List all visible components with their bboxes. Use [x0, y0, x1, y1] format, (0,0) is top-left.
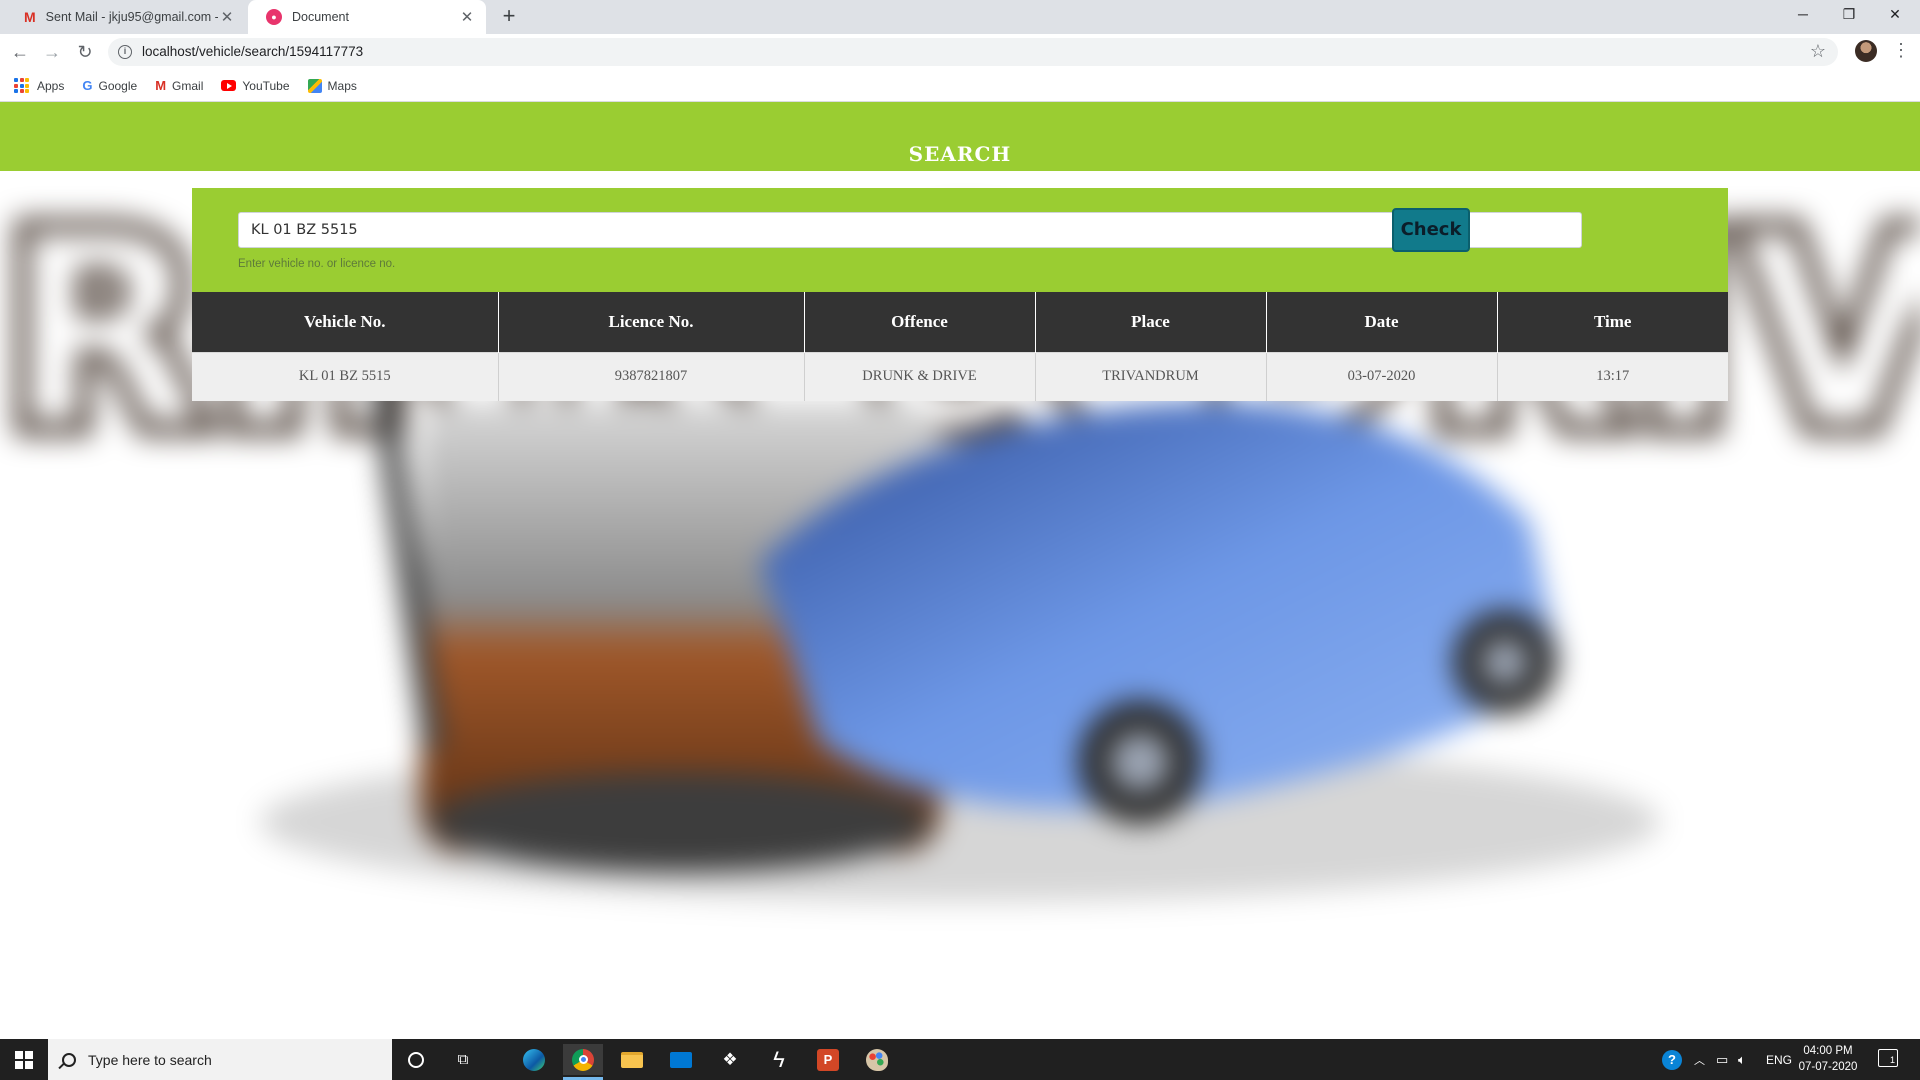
- search-input[interactable]: [238, 212, 1582, 248]
- tab-title: Document: [292, 10, 349, 24]
- close-window-button[interactable]: ✕: [1872, 0, 1918, 30]
- file-explorer-icon[interactable]: [612, 1044, 652, 1075]
- close-tab-icon[interactable]: ✕: [218, 8, 236, 26]
- column-header-offence: Offence: [803, 292, 1035, 352]
- cell-date: 03-07-2020: [1265, 351, 1497, 401]
- table-header-row: Vehicle No. Licence No. Offence Place Da…: [192, 292, 1728, 352]
- new-tab-button[interactable]: +: [496, 4, 522, 30]
- site-info-icon[interactable]: i: [118, 45, 132, 59]
- help-icon[interactable]: ?: [1662, 1039, 1682, 1080]
- cell-offence: DRUNK & DRIVE: [803, 351, 1035, 401]
- page-viewport: DRINK & DRIVE SEARCH Check Enter vehicle…: [0, 102, 1920, 1039]
- edge-icon[interactable]: [514, 1044, 554, 1075]
- bookmark-google[interactable]: G Google: [82, 78, 137, 93]
- document-favicon: ●: [266, 9, 282, 25]
- start-button[interactable]: [0, 1039, 48, 1080]
- profile-avatar[interactable]: [1855, 40, 1877, 62]
- maps-icon: [307, 78, 322, 93]
- battery-icon[interactable]: ▭: [1716, 1039, 1728, 1080]
- clock-time: 04:00 PM: [1803, 1045, 1853, 1057]
- tab-document[interactable]: ● Document ✕: [248, 0, 486, 34]
- google-icon: G: [82, 78, 93, 93]
- show-hidden-icons-chevron-icon[interactable]: ︿: [1694, 1039, 1705, 1080]
- powerpoint-icon[interactable]: P: [808, 1044, 848, 1075]
- language-indicator[interactable]: ENG: [1766, 1039, 1792, 1080]
- column-header-date: Date: [1265, 292, 1497, 352]
- cell-vehicle-no: KL 01 BZ 5515: [192, 351, 498, 401]
- restore-button[interactable]: ❐: [1826, 0, 1872, 30]
- search-panel: Check Enter vehicle no. or licence no. V…: [192, 188, 1728, 401]
- apps-grid-icon: [14, 78, 29, 93]
- bookmark-label: Apps: [37, 78, 65, 93]
- header-bar: SEARCH: [0, 102, 1920, 171]
- tab-title: Sent Mail - jkju95@gmail.com - G: [45, 10, 218, 24]
- check-button[interactable]: Check: [1392, 208, 1470, 252]
- bookmark-maps[interactable]: Maps: [307, 78, 357, 93]
- search-icon: [62, 1052, 76, 1067]
- reload-button[interactable]: ↻: [73, 40, 97, 64]
- bookmarks-bar: Apps G Google M Gmail YouTube Maps: [0, 70, 1920, 102]
- column-header-time: Time: [1496, 292, 1728, 352]
- gmail-icon: M: [24, 9, 36, 25]
- task-view-icon[interactable]: ⧉: [443, 1044, 483, 1075]
- tab-sent-mail[interactable]: M Sent Mail - jkju95@gmail.com - G ✕: [6, 0, 246, 34]
- address-bar[interactable]: i localhost/vehicle/search/1594117773 ☆: [108, 38, 1838, 66]
- close-tab-icon[interactable]: ✕: [458, 8, 476, 26]
- gmail-icon: M: [155, 78, 167, 93]
- bookmark-gmail[interactable]: M Gmail: [155, 78, 203, 93]
- chrome-icon[interactable]: [563, 1044, 603, 1080]
- taskbar-search-placeholder: Type here to search: [88, 1051, 212, 1068]
- bookmark-label: Google: [98, 78, 138, 93]
- column-header-licence-no: Licence No.: [497, 292, 804, 352]
- clock-date: 07-07-2020: [1798, 1061, 1858, 1073]
- windows-taskbar: Type here to search ⧉ ❖ ϟ P ? ︿ ▭ 🔈︎ ENG…: [0, 1039, 1920, 1080]
- dropbox-icon[interactable]: ❖: [710, 1044, 750, 1075]
- cortana-icon[interactable]: [396, 1044, 436, 1075]
- column-header-place: Place: [1034, 292, 1266, 352]
- forward-button[interactable]: →: [40, 40, 64, 64]
- taskbar-search-box[interactable]: Type here to search: [48, 1039, 392, 1080]
- paint-icon[interactable]: [857, 1044, 897, 1075]
- column-header-vehicle-no: Vehicle No.: [192, 292, 498, 352]
- taskbar-clock[interactable]: 04:00 PM 07-07-2020: [1796, 1043, 1860, 1075]
- youtube-icon: [221, 80, 237, 91]
- notification-count: 1: [1889, 1055, 1895, 1065]
- table-row: KL 01 BZ 5515 9387821807 DRUNK & DRIVE T…: [192, 351, 1728, 401]
- back-button[interactable]: ←: [8, 40, 32, 64]
- mail-icon[interactable]: [661, 1044, 701, 1075]
- bookmark-youtube[interactable]: YouTube: [221, 78, 290, 93]
- minimize-button[interactable]: ─: [1780, 0, 1826, 30]
- page-title: SEARCH: [908, 142, 1012, 166]
- bolt-app-icon[interactable]: ϟ: [759, 1044, 799, 1075]
- volume-icon[interactable]: 🔈︎: [1738, 1039, 1746, 1080]
- notification-center-icon[interactable]: 1: [1878, 1049, 1898, 1067]
- browser-tab-strip: M Sent Mail - jkju95@gmail.com - G ✕ ● D…: [0, 0, 1920, 34]
- bookmark-label: Maps: [327, 78, 357, 93]
- cell-licence-no: 9387821807: [497, 351, 804, 401]
- windows-logo-icon: [15, 1050, 33, 1069]
- browser-toolbar: ← → ↻ i localhost/vehicle/search/1594117…: [0, 34, 1920, 70]
- address-url[interactable]: localhost/vehicle/search/1594117773: [142, 44, 363, 59]
- cell-place: TRIVANDRUM: [1034, 351, 1266, 401]
- bookmark-label: Gmail: [172, 78, 204, 93]
- search-hint: Enter vehicle no. or licence no.: [238, 258, 396, 270]
- bookmark-label: YouTube: [242, 78, 290, 93]
- results-table: Vehicle No. Licence No. Offence Place Da…: [192, 292, 1728, 401]
- menu-kebab-icon[interactable]: ⋮: [1892, 40, 1910, 60]
- bookmark-apps[interactable]: Apps: [14, 78, 64, 93]
- cell-time: 13:17: [1496, 351, 1728, 401]
- bookmark-star-icon[interactable]: ☆: [1810, 41, 1826, 62]
